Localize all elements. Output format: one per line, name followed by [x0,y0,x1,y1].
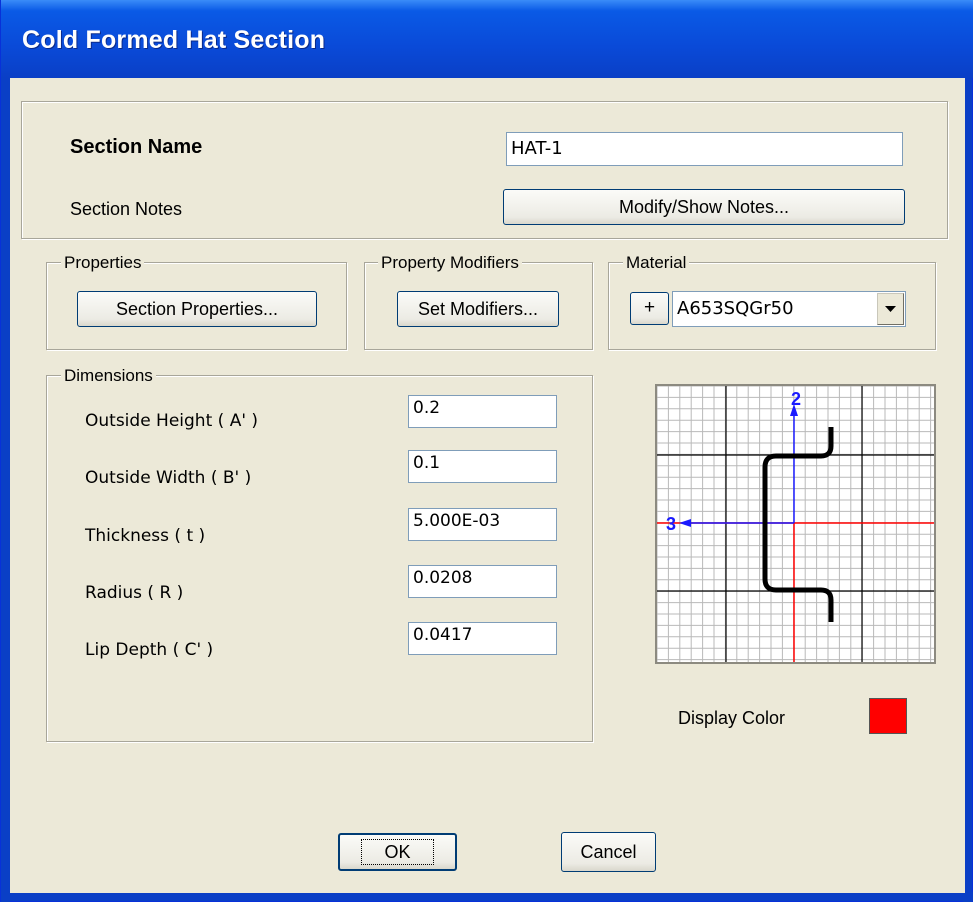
dialog-client-area: Section Name HAT-1 Section Notes Modify/… [10,78,965,893]
chevron-down-icon [885,306,896,312]
display-color-label: Display Color [678,708,786,728]
dimension-label-thickness: Thickness ( t ) [85,526,206,546]
dialog-window: Cold Formed Hat Section Section Name HAT… [0,0,973,902]
material-group-label: Material [623,253,690,273]
cancel-button-label: Cancel [580,842,637,862]
set-modifiers-label: Set Modifiers... [417,299,539,319]
cancel-button[interactable]: Cancel [561,832,656,872]
dimension-input-thickness[interactable]: 5.000E-03 [408,508,557,541]
section-preview-drawing: 2 3 [657,386,934,662]
display-color-swatch[interactable] [869,698,907,734]
material-dropdown-button[interactable] [877,293,904,325]
dimension-input-outside-width[interactable]: 0.1 [408,450,557,483]
window-border-bottom [1,892,973,901]
dimension-label-outside-width: Outside Width ( B' ) [85,468,252,488]
section-properties-button[interactable]: Section Properties... [77,291,317,327]
section-notes-label: Section Notes [70,199,183,219]
section-name-input[interactable]: HAT-1 [506,132,903,166]
dimension-label-lip-depth: Lip Depth ( C' ) [85,640,214,660]
dimensions-group-label: Dimensions [61,366,156,386]
section-preview: 2 3 [655,384,936,664]
ok-button-label: OK [361,839,434,865]
add-material-label: + [643,297,656,318]
section-name-label: Section Name [70,136,203,158]
property-modifiers-group-label: Property Modifiers [378,253,522,273]
preview-axis-2-label: 2 [791,389,801,409]
preview-hat-section-shape [762,427,834,622]
ok-button[interactable]: OK [338,833,457,871]
title-bar[interactable]: Cold Formed Hat Section [1,0,973,78]
window-title: Cold Formed Hat Section [22,26,326,54]
set-modifiers-button[interactable]: Set Modifiers... [397,291,559,327]
dimension-input-outside-height[interactable]: 0.2 [408,395,557,428]
preview-grid-major [657,386,934,662]
modify-show-notes-label: Modify/Show Notes... [618,197,790,217]
modify-show-notes-button[interactable]: Modify/Show Notes... [503,189,905,225]
dimension-label-radius: Radius ( R ) [85,583,184,603]
preview-axis-3-arrow [679,519,691,527]
preview-grid-minor [657,386,934,662]
preview-axis-3-label: 3 [666,514,676,534]
dimension-input-lip-depth[interactable]: 0.0417 [408,622,557,655]
material-select[interactable]: A653SQGr50 [672,291,906,327]
material-selected-value: A653SQGr50 [677,298,794,319]
dimension-label-outside-height: Outside Height ( A' ) [85,411,259,431]
properties-group-label: Properties [61,253,145,273]
dimension-input-radius[interactable]: 0.0208 [408,565,557,598]
window-border-left [1,78,10,902]
add-material-button[interactable]: + [630,292,669,325]
section-properties-label: Section Properties... [115,299,279,319]
